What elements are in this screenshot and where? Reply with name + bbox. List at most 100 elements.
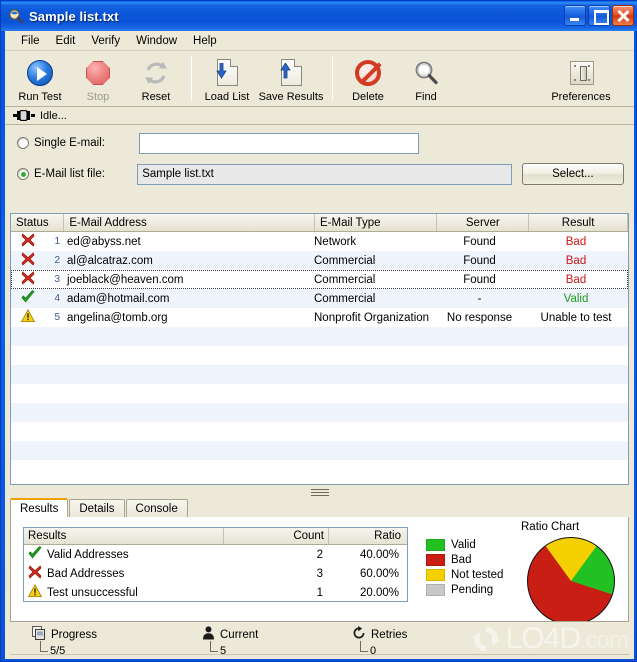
menu-help[interactable]: Help: [185, 33, 225, 49]
column-header-result[interactable]: Result: [529, 214, 628, 231]
email-list-table[interactable]: Status E-Mail Address E-Mail Type Server…: [10, 213, 629, 485]
save-results-button[interactable]: Save Results: [256, 54, 326, 103]
stop-button[interactable]: Stop: [69, 54, 127, 103]
download-doc-icon: [211, 57, 243, 89]
client-area: File Edit Verify Window Help Run Test St…: [5, 31, 634, 659]
single-email-row: Single E-mail:: [17, 132, 624, 154]
footer-current: Current 5: [202, 626, 352, 657]
footer-progress-label: Progress: [51, 628, 98, 641]
minimize-button[interactable]: [564, 5, 586, 26]
table-header-row: Status E-Mail Address E-Mail Type Server…: [11, 214, 628, 232]
legend-swatch-not-tested: [426, 569, 445, 581]
footer-status-panel: Progress 5/5 Current 5 Retries 0: [10, 622, 629, 657]
row-server: -: [477, 292, 482, 305]
footer-retries: Retries 0: [352, 626, 502, 657]
find-button[interactable]: Find: [397, 54, 455, 103]
select-file-button[interactable]: Select...: [521, 163, 624, 185]
results-tab-panel: Results Count Ratio Valid Addresses 2 40.0…: [10, 517, 629, 622]
valid-icon: [21, 290, 35, 307]
menu-edit[interactable]: Edit: [48, 33, 84, 49]
summary-row[interactable]: Valid Addresses 2 40.00%: [24, 545, 407, 564]
row-status-cell: [11, 252, 45, 269]
delete-button[interactable]: Delete: [339, 54, 397, 103]
footer-progress: Progress 5/5: [32, 626, 202, 657]
reset-button[interactable]: Reset: [127, 54, 185, 103]
summary-column-ratio[interactable]: Ratio: [329, 528, 405, 544]
table-body: 1 ed@abyss.net Network Found Bad 2 al@alcatraz…: [11, 232, 628, 479]
single-email-label: Single E-mail:: [34, 137, 105, 149]
row-index: 5: [54, 312, 60, 323]
table-row-empty: [11, 346, 628, 365]
legend-swatch-valid: [426, 539, 445, 551]
warn-icon: [20, 309, 36, 326]
row-email-address: al@alcatraz.com: [67, 254, 153, 267]
list-file-row: E-Mail list file: Sample list.txt Select…: [17, 163, 624, 185]
panel-splitter[interactable]: [10, 487, 629, 498]
menu-window[interactable]: Window: [128, 33, 185, 49]
column-header-status[interactable]: Status: [11, 214, 65, 231]
summary-row[interactable]: Bad Addresses 3 60.00%: [24, 564, 407, 583]
legend-label-pending: Pending: [451, 584, 494, 596]
bad-icon: [21, 271, 35, 288]
row-server: Found: [463, 273, 496, 286]
list-file-radio[interactable]: [17, 168, 29, 180]
table-row[interactable]: 2 al@alcatraz.com Commercial Found Bad: [11, 251, 628, 270]
play-icon: [24, 57, 56, 89]
summary-row[interactable]: Test unsuccessful 1 20.00%: [24, 583, 407, 602]
footer-current-label: Current: [220, 628, 259, 641]
tab-results[interactable]: Results: [10, 498, 69, 517]
menu-verify[interactable]: Verify: [83, 33, 128, 49]
summary-column-count[interactable]: Count: [224, 528, 329, 544]
results-summary-table[interactable]: Results Count Ratio Valid Addresses 2 40.0…: [23, 527, 408, 602]
switch-icon: [565, 57, 597, 89]
single-email-radio[interactable]: [17, 137, 29, 149]
input-panel: Single E-mail: E-Mail list file: Sample …: [5, 125, 634, 191]
column-header-server[interactable]: Server: [437, 214, 530, 231]
row-server: No response: [446, 311, 513, 324]
refresh-icon: [140, 57, 172, 89]
row-result: Valid: [563, 292, 589, 305]
run-test-button[interactable]: Run Test: [11, 54, 69, 103]
row-status-cell: [11, 309, 45, 326]
title-bar[interactable]: Sample list.txt: [1, 1, 637, 31]
table-row-empty: [11, 327, 628, 346]
column-header-type[interactable]: E-Mail Type: [315, 214, 438, 231]
table-row-empty: [11, 422, 628, 441]
load-list-button[interactable]: Load List: [198, 54, 256, 103]
window-controls: [564, 5, 634, 26]
preferences-button[interactable]: Preferences: [546, 54, 616, 103]
table-row[interactable]: 3 joeblack@heaven.com Commercial Found Bad: [11, 270, 628, 289]
legend-item-not-tested: Not tested: [426, 569, 503, 581]
list-file-input[interactable]: Sample list.txt: [137, 163, 512, 185]
row-result: Bad: [565, 254, 587, 267]
row-email-address: ed@abyss.net: [67, 235, 141, 248]
summary-row-ratio: 20.00%: [359, 586, 399, 599]
single-email-input[interactable]: [139, 132, 419, 154]
close-button[interactable]: [612, 5, 634, 26]
row-email-address: angelina@tomb.org: [67, 311, 168, 324]
row-email-address: joeblack@heaven.com: [67, 273, 184, 286]
toolbar: Run Test Stop Reset Load List Save Resul…: [5, 51, 634, 107]
column-header-address[interactable]: E-Mail Address: [64, 214, 315, 231]
summary-row-count: 3: [316, 567, 323, 580]
row-status-cell: [11, 233, 45, 250]
row-email-type: Network: [314, 235, 357, 248]
bad-icon: [28, 565, 42, 582]
valid-icon: [28, 546, 42, 563]
application-window: Sample list.txt File Edit Verify Window …: [0, 0, 637, 662]
summary-column-results[interactable]: Results: [24, 528, 224, 544]
maximize-button[interactable]: [588, 5, 610, 26]
summary-body: Valid Addresses 2 40.00% Bad Addresses 3 60.0…: [24, 545, 407, 602]
tab-details[interactable]: Details: [69, 499, 125, 517]
tab-console[interactable]: Console: [125, 499, 188, 517]
table-row[interactable]: 1 ed@abyss.net Network Found Bad: [11, 232, 628, 251]
upload-doc-icon: [275, 57, 307, 89]
table-row[interactable]: 4 adam@hotmail.com Commercial - Valid: [11, 289, 628, 308]
legend-label-not-tested: Not tested: [451, 569, 504, 581]
table-row[interactable]: 5 angelina@tomb.org Nonprofit Organization…: [11, 308, 628, 327]
bottom-tabs: Results Details Console: [10, 498, 629, 517]
menu-file[interactable]: File: [13, 33, 48, 49]
legend-swatch-bad: [426, 554, 445, 566]
table-row-empty: [11, 460, 628, 479]
ratio-pie-chart: [527, 537, 615, 621]
